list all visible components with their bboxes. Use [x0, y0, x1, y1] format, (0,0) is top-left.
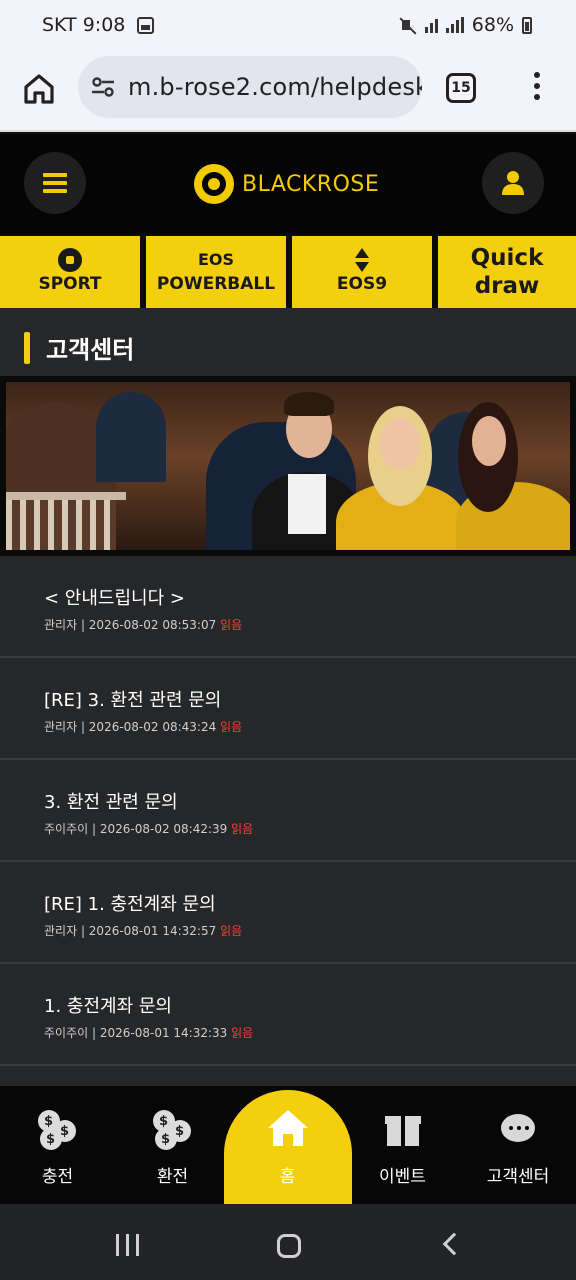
- battery-percent: 68%: [471, 14, 514, 36]
- rose-logo-icon: [194, 164, 234, 204]
- nav-quick-draw[interactable]: Quick draw: [438, 236, 576, 308]
- tab-event[interactable]: 이벤트: [345, 1086, 460, 1204]
- tab-customer-center[interactable]: 고객센터: [460, 1086, 576, 1204]
- site-header: BLACKROSE: [0, 134, 576, 234]
- promo-banner: [0, 376, 576, 556]
- bottom-tab-bar: $ $ $ 충전 $ $ $ 환전 홈 이벤트 고객센터: [0, 1086, 576, 1204]
- nav-sport[interactable]: SPORT: [0, 236, 140, 308]
- section-header: 고객센터: [0, 308, 576, 376]
- brand-name: BLACKROSE: [242, 171, 380, 197]
- post-title[interactable]: < 안내드립니다 >: [44, 584, 185, 610]
- menu-button[interactable]: [24, 152, 86, 214]
- back-icon[interactable]: [442, 1232, 466, 1256]
- user-icon: [502, 171, 524, 195]
- site-settings-icon[interactable]: [90, 74, 116, 100]
- tab-withdraw[interactable]: $ $ $ 환전: [115, 1086, 230, 1204]
- support-chat-icon: [497, 1110, 539, 1148]
- browser-toolbar: m.b-rose2.com/helpdesk 15: [0, 52, 576, 132]
- gallery-icon: [137, 17, 154, 34]
- gift-icon: [384, 1110, 421, 1146]
- list-item[interactable]: 3. 환전 관련 문의 주이주이 | 2026-08-02 08:42:39 읽…: [0, 760, 576, 862]
- brand-logo[interactable]: BLACKROSE: [194, 162, 379, 206]
- battery-icon: [522, 16, 532, 34]
- status-bar: SKT 9:08 68%: [0, 0, 576, 52]
- coins-icon: $ $ $: [152, 1110, 193, 1150]
- recents-icon[interactable]: [116, 1234, 139, 1256]
- tab-switcher-button[interactable]: 15: [446, 73, 476, 103]
- system-home-icon[interactable]: [277, 1234, 301, 1258]
- tab-home[interactable]: 홈: [230, 1086, 345, 1204]
- list-item[interactable]: [RE] 3. 환전 관련 문의 관리자 | 2026-08-02 08:43:…: [0, 658, 576, 760]
- dealers-banner-image: [6, 382, 570, 550]
- url-text[interactable]: m.b-rose2.com/helpdesk: [128, 73, 422, 101]
- browser-menu-icon[interactable]: [534, 72, 542, 104]
- wifi-icon: [424, 17, 438, 33]
- nav-eos9[interactable]: EOS9: [292, 236, 432, 308]
- soccer-ball-icon: [58, 248, 82, 272]
- list-item[interactable]: < 안내드립니다 > 관리자 | 2026-08-02 08:53:07 읽음: [0, 556, 576, 658]
- read-status: 읽음: [220, 618, 243, 632]
- address-bar[interactable]: m.b-rose2.com/helpdesk: [78, 56, 422, 118]
- section-accent-bar: [24, 332, 30, 364]
- coins-icon: $ $ $: [37, 1110, 78, 1150]
- read-status: 읽음: [220, 720, 243, 734]
- updown-arrows-icon: [355, 248, 369, 272]
- house-icon: [267, 1110, 308, 1146]
- signal-icon: [445, 17, 464, 33]
- user-button[interactable]: [482, 152, 544, 214]
- list-item[interactable]: 1. 충전계좌 문의 주이주이 | 2026-08-01 14:32:33 읽음: [0, 964, 576, 1066]
- mute-icon: [399, 16, 417, 34]
- page-title: 고객센터: [46, 336, 135, 364]
- game-quick-nav: SPORT EOS POWERBALL EOS9 Quick draw: [0, 234, 576, 308]
- post-meta: 주이주이 | 2026-08-02 08:42:39 읽음: [44, 822, 254, 836]
- read-status: 읽음: [231, 1026, 254, 1040]
- read-status: 읽음: [231, 822, 254, 836]
- post-title[interactable]: 3. 환전 관련 문의: [44, 788, 178, 814]
- post-title[interactable]: 1. 충전계좌 문의: [44, 992, 172, 1018]
- post-meta: 관리자 | 2026-08-02 08:53:07 읽음: [44, 618, 243, 632]
- read-status: 읽음: [220, 924, 243, 938]
- hamburger-icon: [43, 169, 67, 197]
- browser-home-icon[interactable]: [22, 72, 56, 106]
- list-item[interactable]: [RE] 1. 충전계좌 문의 관리자 | 2026-08-01 14:32:5…: [0, 862, 576, 964]
- status-indicators: 68%: [399, 14, 532, 36]
- nav-eos-powerball[interactable]: EOS POWERBALL: [146, 236, 286, 308]
- system-navigation-bar: [0, 1204, 576, 1280]
- post-meta: 관리자 | 2026-08-01 14:32:57 읽음: [44, 924, 243, 938]
- tab-deposit[interactable]: $ $ $ 충전: [0, 1086, 115, 1204]
- status-time: SKT 9:08: [42, 14, 126, 36]
- post-meta: 주이주이 | 2026-08-01 14:32:33 읽음: [44, 1026, 254, 1040]
- post-title[interactable]: [RE] 1. 충전계좌 문의: [44, 890, 216, 916]
- helpdesk-post-list: < 안내드립니다 > 관리자 | 2026-08-02 08:53:07 읽음 …: [0, 556, 576, 1086]
- post-meta: 관리자 | 2026-08-02 08:43:24 읽음: [44, 720, 243, 734]
- post-title[interactable]: [RE] 3. 환전 관련 문의: [44, 686, 221, 712]
